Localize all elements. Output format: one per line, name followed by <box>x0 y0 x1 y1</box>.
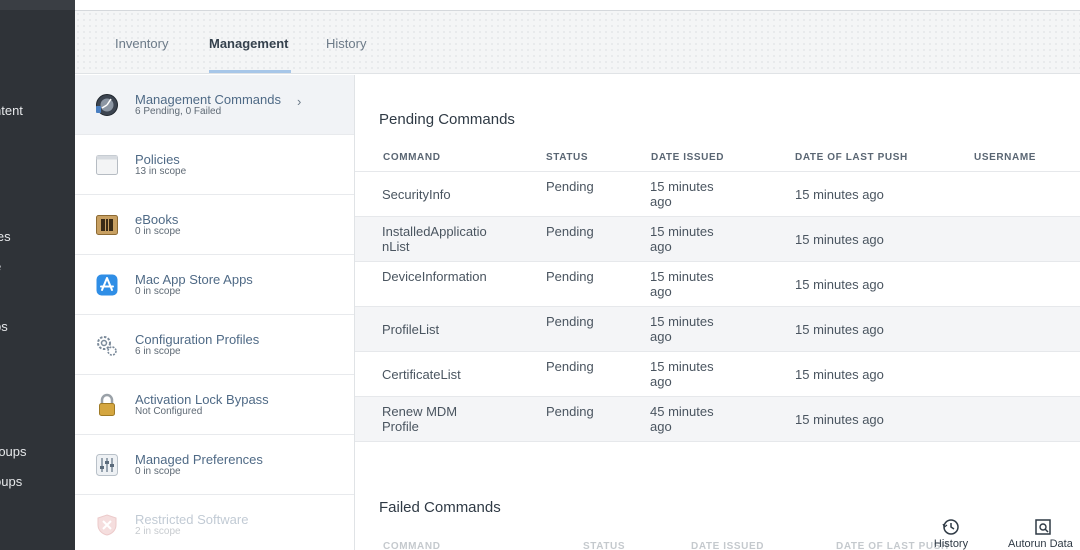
autorun-data-button-label: Autorun Data <box>1008 538 1073 550</box>
cell-date-of-last-push: 15 minutes ago <box>795 322 884 337</box>
sidebar-item-management-commands[interactable]: Management Commands 6 Pending, 0 Failed … <box>75 75 354 135</box>
sidebar-item-managed-preferences[interactable]: Managed Preferences 0 in scope <box>75 435 354 495</box>
tab-history[interactable]: History <box>326 36 366 51</box>
cell-status: Pending <box>546 314 594 329</box>
table-row[interactable]: ProfileList Pending 15 minutes ago 15 mi… <box>355 306 1080 351</box>
column-date-issued[interactable]: DATE ISSUED <box>651 152 724 163</box>
pending-table-header: COMMAND STATUS DATE ISSUED DATE OF LAST … <box>355 147 1080 169</box>
history-icon <box>942 519 959 535</box>
app-window: ntent les e ps t roups oups Inventory Ma… <box>0 0 1080 550</box>
pending-commands-title: Pending Commands <box>379 111 515 128</box>
management-sidebar: Management Commands 6 Pending, 0 Failed … <box>75 75 355 550</box>
app-store-icon <box>96 274 118 296</box>
cell-status: Pending <box>546 404 594 419</box>
sidebar-item-mac-app-store-apps[interactable]: Mac App Store Apps 0 in scope <box>75 255 354 315</box>
table-row[interactable]: DeviceInformation Pending 15 minutes ago… <box>355 261 1080 306</box>
cell-status: Pending <box>546 224 594 239</box>
sliders-icon <box>96 454 118 476</box>
cell-date-issued: 15 minutes ago <box>650 314 714 344</box>
sidebar-item-ebooks[interactable]: eBooks 0 in scope <box>75 195 354 255</box>
cell-date-issued: 15 minutes ago <box>650 224 714 254</box>
tab-management[interactable]: Management <box>209 36 288 51</box>
search-document-icon <box>1035 519 1051 535</box>
sidebar-item-subtitle: 6 Pending, 0 Failed <box>135 106 222 117</box>
left-nav-header <box>0 0 75 10</box>
sidebar-item-policies[interactable]: Policies 13 in scope <box>75 135 354 195</box>
sidebar-item-title: Policies <box>135 152 180 167</box>
cell-date-of-last-push: 15 minutes ago <box>795 187 884 202</box>
cell-command: Renew MDM Profile <box>382 404 458 434</box>
left-nav-item-apps[interactable]: ps <box>0 319 8 334</box>
column-status[interactable]: STATUS <box>546 152 588 163</box>
sidebar-item-title: Activation Lock Bypass <box>135 392 269 407</box>
table-row[interactable]: SecurityInfo Pending 15 minutes ago 15 m… <box>355 171 1080 216</box>
lock-icon <box>99 393 115 416</box>
cell-date-issued: 15 minutes ago <box>650 179 714 209</box>
sidebar-item-activation-lock-bypass[interactable]: Activation Lock Bypass Not Configured <box>75 375 354 435</box>
table-row[interactable]: InstalledApplicationList Pending 15 minu… <box>355 216 1080 261</box>
cell-status: Pending <box>546 269 594 284</box>
autorun-data-button[interactable]: Autorun Data <box>1008 518 1080 550</box>
sidebar-item-title: Management Commands <box>135 92 281 107</box>
cell-command: ProfileList <box>382 322 440 337</box>
cell-command: InstalledApplicationList <box>382 224 487 254</box>
main-content: Pending Commands COMMAND STATUS DATE ISS… <box>355 75 1080 550</box>
table-row[interactable]: Renew MDM Profile Pending 45 minutes ago… <box>355 396 1080 441</box>
table-divider <box>355 441 1080 442</box>
cell-date-of-last-push: 15 minutes ago <box>795 412 884 427</box>
sidebar-item-subtitle: 0 in scope <box>135 286 181 297</box>
sidebar-item-configuration-profiles[interactable]: Configuration Profiles 6 in scope <box>75 315 354 375</box>
left-nav-item-bundles[interactable]: les <box>0 229 11 244</box>
left-nav-item-content[interactable]: ntent <box>0 103 23 118</box>
column-username[interactable]: USERNAME <box>974 152 1036 163</box>
tab-inventory[interactable]: Inventory <box>115 36 168 51</box>
chevron-right-icon: › <box>297 94 302 109</box>
active-tab-indicator <box>209 70 291 73</box>
cell-date-issued: 45 minutes ago <box>650 404 714 434</box>
column-date-of-last-push[interactable]: DATE OF LAST PUSH <box>795 152 908 163</box>
sidebar-item-title: Managed Preferences <box>135 452 263 467</box>
column-status[interactable]: STATUS <box>583 541 625 550</box>
failed-commands-title: Failed Commands <box>379 499 501 516</box>
ebooks-icon <box>96 215 118 235</box>
cell-date-of-last-push: 15 minutes ago <box>795 277 884 292</box>
cell-date-of-last-push: 15 minutes ago <box>795 232 884 247</box>
history-button[interactable]: History <box>926 518 976 550</box>
cell-date-issued: 15 minutes ago <box>650 359 714 389</box>
left-nav-item-groups[interactable]: roups <box>0 444 27 459</box>
cell-command: SecurityInfo <box>382 187 451 202</box>
left-nav-item-e[interactable]: e <box>0 259 1 274</box>
management-commands-icon <box>96 94 118 116</box>
left-navigation: ntent les e ps t roups oups <box>0 0 75 550</box>
restricted-icon <box>97 514 117 536</box>
cell-status: Pending <box>546 359 594 374</box>
sidebar-item-title: eBooks <box>135 212 179 227</box>
sidebar-item-subtitle: 13 in scope <box>135 166 187 177</box>
sidebar-item-title: Mac App Store Apps <box>135 272 253 287</box>
sidebar-item-subtitle: 0 in scope <box>135 466 181 477</box>
sidebar-item-subtitle: 0 in scope <box>135 226 181 237</box>
policies-icon <box>96 155 118 175</box>
sidebar-item-subtitle: 2 in scope <box>135 526 181 537</box>
cell-date-issued: 15 minutes ago <box>650 269 714 299</box>
left-nav-item-groups-2[interactable]: oups <box>0 474 22 489</box>
cell-status: Pending <box>546 179 594 194</box>
gear-icon <box>97 336 117 356</box>
tab-bar: Inventory Management History <box>75 11 1080 74</box>
cell-command: CertificateList <box>382 367 461 382</box>
column-command[interactable]: COMMAND <box>383 541 441 550</box>
sidebar-item-title: Restricted Software <box>135 512 249 527</box>
sidebar-item-subtitle: 6 in scope <box>135 346 181 357</box>
top-header-strip <box>75 0 1080 11</box>
sidebar-item-subtitle: Not Configured <box>135 406 203 417</box>
cell-command: DeviceInformation <box>382 269 487 284</box>
cell-date-of-last-push: 15 minutes ago <box>795 367 884 382</box>
sidebar-item-title: Configuration Profiles <box>135 332 260 347</box>
column-date-issued[interactable]: DATE ISSUED <box>691 541 764 550</box>
history-button-label: History <box>933 538 969 550</box>
sidebar-item-restricted-software[interactable]: Restricted Software 2 in scope <box>75 495 354 550</box>
column-command[interactable]: COMMAND <box>383 152 441 163</box>
table-row[interactable]: CertificateList Pending 15 minutes ago 1… <box>355 351 1080 396</box>
